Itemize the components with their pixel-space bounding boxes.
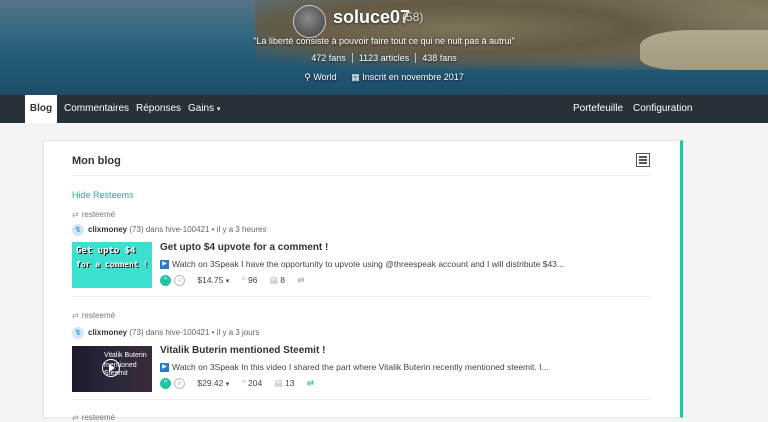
chevron-down-icon[interactable]: ▾ (226, 278, 230, 285)
play-icon (102, 359, 120, 377)
post-title[interactable]: Vitalik Buterin mentioned Steemit ! (160, 345, 325, 356)
tab-rewards[interactable]: Gains ▾ (188, 95, 220, 123)
pin-icon: ⚲ (304, 72, 311, 82)
hide-resteems-link[interactable]: Hide Resteems (72, 190, 134, 200)
post-description[interactable]: ▶ Watch on 3Speak I have the opportunity … (160, 259, 564, 270)
downvote-icon[interactable]: v (174, 275, 185, 287)
profile-location: World (313, 72, 337, 82)
resteem-icon[interactable]: ⇄ (297, 275, 304, 285)
articles-count[interactable]: 1123 articles (351, 53, 416, 63)
blog-title: Mon blog (72, 155, 121, 167)
video-play-icon: ▶ (160, 260, 169, 270)
tab-rewards-label: Gains (188, 103, 215, 114)
payout-value[interactable]: $14.75 (197, 275, 223, 285)
payout-value[interactable]: $29.42 (197, 378, 223, 388)
layout-toggle-icon[interactable] (636, 153, 650, 167)
tab-settings[interactable]: Configuration (633, 95, 692, 123)
profile-quote: "La liberté consiste à pouvoir faire tou… (253, 36, 515, 46)
votes-icon: ^ (241, 378, 246, 388)
author-avatar-icon[interactable]: ↯ (72, 224, 84, 236)
chevron-down-icon[interactable]: ▾ (226, 381, 230, 388)
resteem-icon[interactable]: ⇄ (307, 378, 314, 388)
author-name[interactable]: clixmoney (88, 328, 127, 337)
post-thumbnail[interactable]: Vitalik Buterin mentioned Steemit (72, 346, 152, 392)
tab-replies[interactable]: Réponses (136, 95, 181, 123)
calendar-icon: ▦ (351, 72, 360, 82)
votes-count[interactable]: 96 (248, 275, 257, 285)
tab-wallet[interactable]: Portefeuille (573, 95, 623, 123)
profile-cover: soluce07 (58) "La liberté consiste à pou… (0, 0, 768, 95)
votes-count[interactable]: 204 (248, 378, 262, 388)
post-title[interactable]: Get upto $4 upvote for a comment ! (160, 242, 328, 253)
resteem-icon: ⇄ (72, 210, 79, 219)
votes-icon: ^ (241, 275, 246, 285)
profile-navbar: Blog Commentaires Réponses Gains ▾ Porte… (0, 95, 768, 123)
upvote-icon[interactable]: ^ (160, 275, 171, 287)
video-play-icon: ▶ (160, 363, 169, 373)
comments-icon: ▤ (269, 275, 278, 285)
followers-count[interactable]: 472 fans (305, 53, 352, 63)
tab-blog[interactable]: Blog (25, 95, 57, 123)
comments-icon: ▤ (274, 378, 283, 388)
resteem-label: ⇄ resteemé (72, 311, 116, 320)
avatar[interactable] (293, 5, 326, 38)
post-footer: ^ v $14.75 ▾ ^ 96 ▤ 8 ⇄ (160, 275, 305, 287)
profile-username: soluce07 (333, 7, 411, 27)
following-count[interactable]: 438 fans (415, 53, 463, 63)
profile-joined: Inscrit en novembre 2017 (362, 72, 464, 82)
author-name[interactable]: clixmoney (88, 225, 127, 234)
resteem-icon: ⇄ (72, 311, 79, 320)
profile-stats: 472 fans 1123 articles 438 fans (0, 53, 768, 63)
author-avatar-icon[interactable]: ↯ (72, 327, 84, 339)
comments-count[interactable]: 13 (285, 378, 294, 388)
resteem-label: ⇄ resteemé (72, 210, 116, 219)
chevron-down-icon: ▾ (216, 106, 221, 113)
post-footer: ^ v $29.42 ▾ ^ 204 ▤ 13 ⇄ (160, 378, 314, 390)
post-thumbnail[interactable]: Get upto $4 for a comment ! (72, 242, 152, 288)
downvote-icon[interactable]: v (174, 378, 185, 390)
profile-meta: ⚲ World ▦ Inscrit en novembre 2017 (0, 72, 768, 83)
profile-reputation: (58) (402, 10, 424, 24)
tab-comments[interactable]: Commentaires (64, 95, 129, 123)
comments-count[interactable]: 8 (280, 275, 285, 285)
post-description[interactable]: ▶ Watch on 3Speak In this video I shared … (160, 362, 549, 373)
upvote-icon[interactable]: ^ (160, 378, 171, 390)
post-author-line: ↯ clixmoney (73) dans hive-100421 • il y … (72, 327, 259, 339)
blog-card: Mon blog Hide Resteems ⇄ resteemé ↯ clixmo… (43, 140, 683, 422)
post-author-line: ↯ clixmoney (73) dans hive-100421 • il y … (72, 224, 267, 236)
